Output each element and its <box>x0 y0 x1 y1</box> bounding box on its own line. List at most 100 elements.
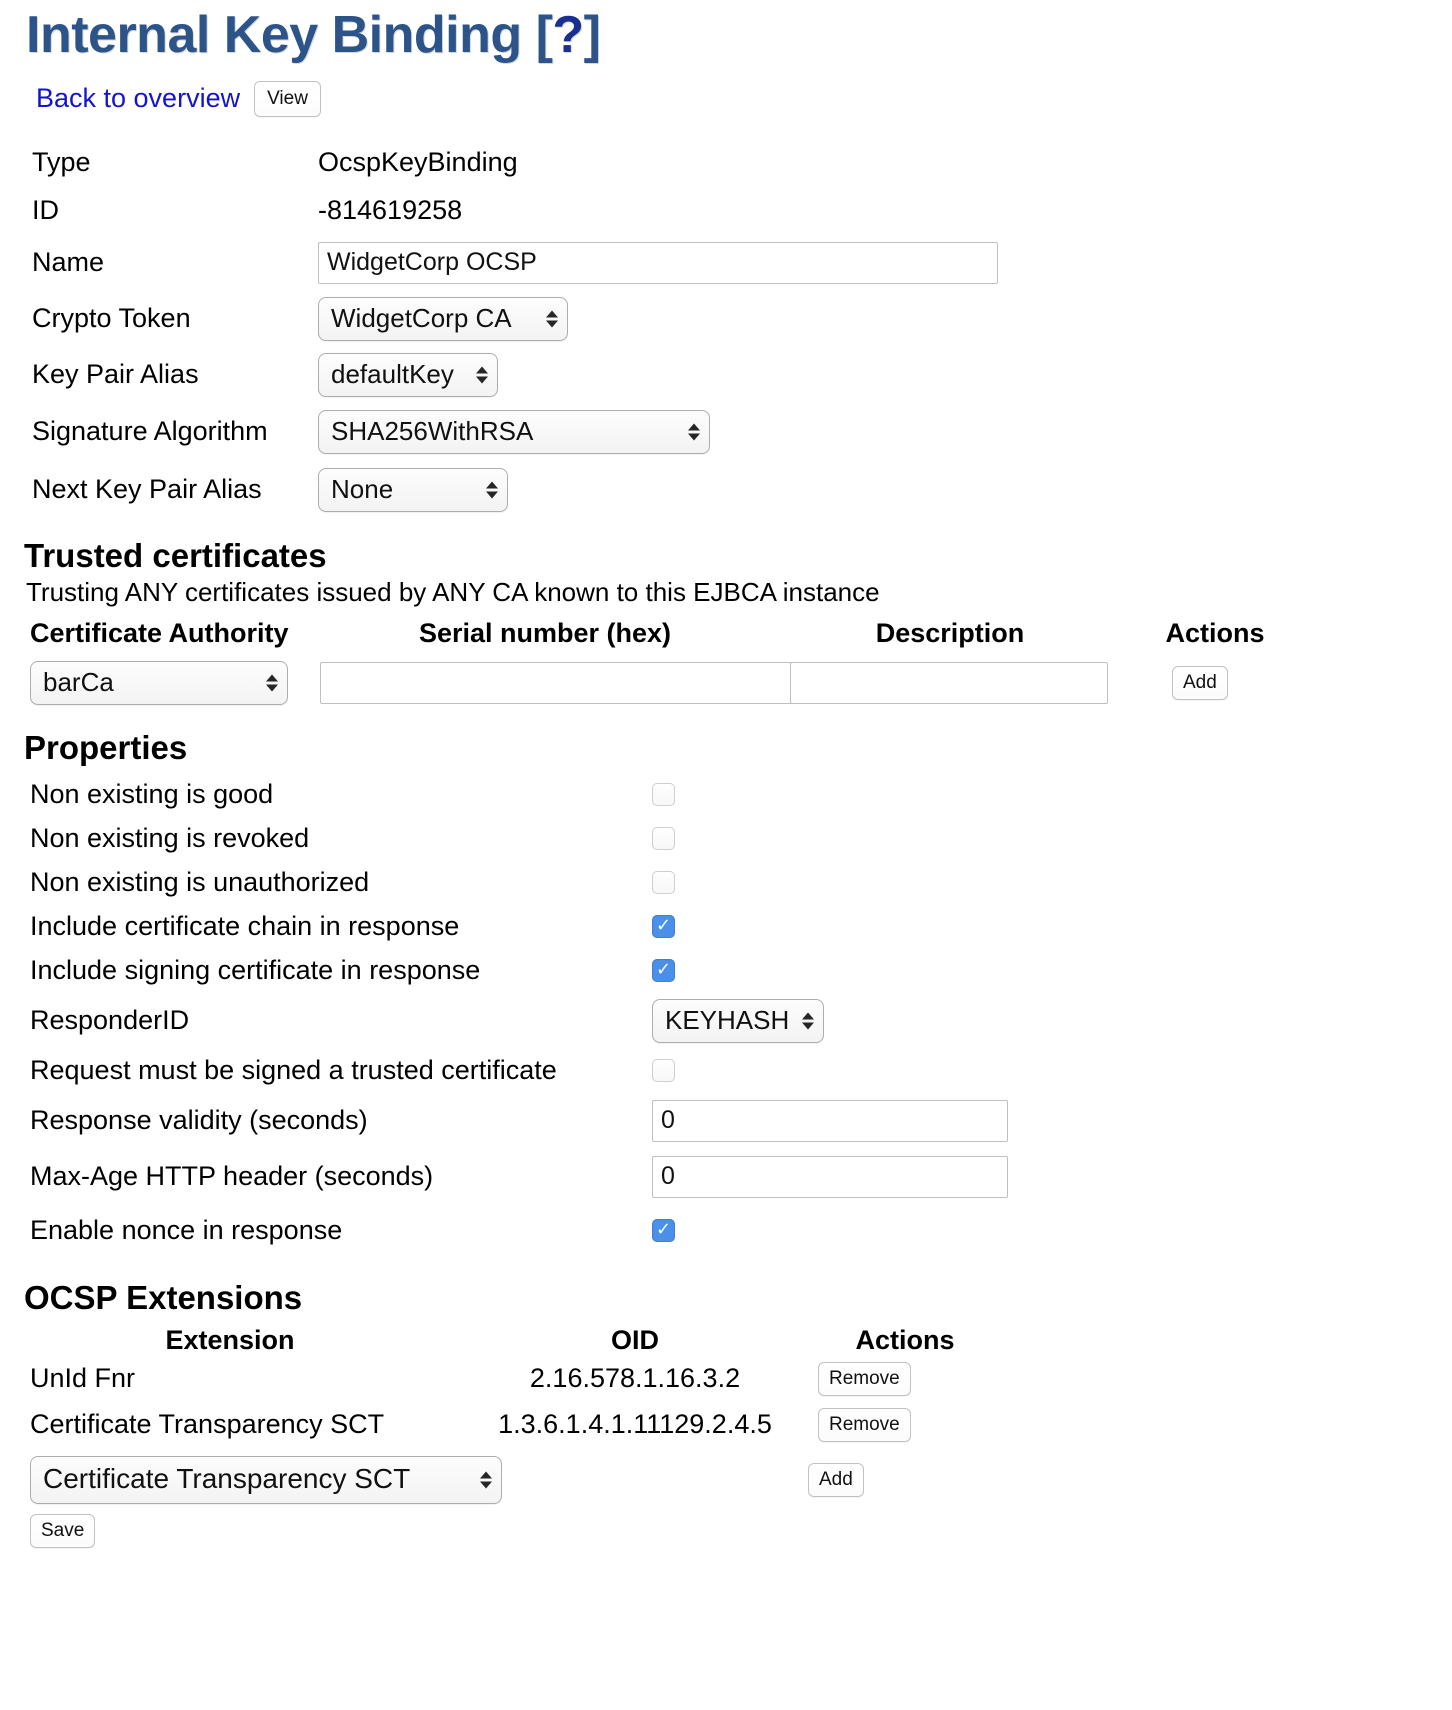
crypto-token-select[interactable]: WidgetCorp CA <box>318 296 568 341</box>
description-input[interactable] <box>790 661 1108 704</box>
column-header-serial-number: Serial number (hex) <box>418 617 672 648</box>
field-label-key-pair-alias: Key Pair Alias <box>32 359 199 390</box>
field-value-id: -814619258 <box>318 195 463 226</box>
add-trusted-certificate-button[interactable]: Add <box>1172 665 1228 700</box>
non-existing-is-good-checkbox[interactable] <box>652 783 675 807</box>
ocsp-extension-row: Certificate Transparency SCT 1.3.6.1.4.1… <box>0 1402 1000 1448</box>
chevron-updown-icon <box>802 1012 815 1030</box>
ocsp-extensions-heading: OCSP Extensions <box>24 1278 303 1316</box>
remove-extension-button[interactable]: Remove <box>818 1361 911 1396</box>
add-extension-selected-value: Certificate Transparency SCT <box>43 1463 411 1495</box>
field-row-crypto-token: Crypto Token WidgetCorp CA <box>0 291 1452 347</box>
field-row-name: Name <box>0 235 1452 291</box>
trusted-certificates-note: Trusting ANY certificates issued by ANY … <box>26 576 880 607</box>
field-label-id: ID <box>32 195 59 226</box>
add-extension-button[interactable]: Add <box>808 1462 864 1497</box>
page-title-text: Internal Key Binding <box>26 6 536 64</box>
add-extension-select[interactable]: Certificate Transparency SCT <box>30 1455 502 1504</box>
serial-number-input[interactable] <box>320 661 820 704</box>
field-label-signature-algorithm: Signature Algorithm <box>32 416 268 447</box>
properties-list: Non existing is good Non existing is rev… <box>0 773 1452 1257</box>
certificate-authority-selected-value: barCa <box>43 666 114 697</box>
property-row-responder-id: ResponderID KEYHASH <box>0 993 1452 1049</box>
key-pair-alias-selected-value: defaultKey <box>331 358 454 389</box>
back-to-overview-link[interactable]: Back to overview <box>36 83 240 114</box>
column-header-description: Description <box>875 617 1025 648</box>
view-button[interactable]: View <box>254 80 321 117</box>
max-age-http-header-input[interactable] <box>652 1155 1008 1198</box>
property-label: Include certificate chain in response <box>30 911 460 942</box>
trusted-certificates-table: Certificate Authority Serial number (hex… <box>0 618 1340 705</box>
property-row-response-validity: Response validity (seconds) <box>0 1093 1452 1149</box>
field-row-id: ID -814619258 <box>0 187 1452 235</box>
property-label: Request must be signed a trusted certifi… <box>30 1055 557 1086</box>
property-label: ResponderID <box>30 1005 190 1036</box>
signature-algorithm-selected-value: SHA256WithRSA <box>331 415 534 446</box>
enable-nonce-checkbox[interactable] <box>652 1219 675 1243</box>
field-row-signature-algorithm: Signature Algorithm SHA256WithRSA <box>0 403 1452 461</box>
responder-id-select[interactable]: KEYHASH <box>652 998 825 1043</box>
name-input[interactable] <box>318 241 998 284</box>
property-label: Non existing is revoked <box>30 823 310 854</box>
save-button[interactable]: Save <box>30 1513 96 1548</box>
ocsp-extensions-header-row: Extension OID Actions <box>0 1325 1000 1356</box>
key-pair-alias-select[interactable]: defaultKey <box>318 352 498 397</box>
chevron-updown-icon <box>480 1471 492 1489</box>
column-header-actions: Actions <box>1165 617 1265 648</box>
include-signing-certificate-checkbox[interactable] <box>652 959 675 983</box>
property-row-max-age-http-header: Max-Age HTTP header (seconds) <box>0 1149 1452 1205</box>
property-row-non-existing-is-revoked: Non existing is revoked <box>0 817 1452 861</box>
help-bracket-open: [ <box>535 6 553 64</box>
crypto-token-selected-value: WidgetCorp CA <box>331 302 512 333</box>
extension-name: UnId Fnr <box>30 1363 136 1394</box>
action-bar: Back to overview View <box>0 63 1452 117</box>
non-existing-is-unauthorized-checkbox[interactable] <box>652 871 675 895</box>
footer-actions: Save <box>0 1504 1452 1588</box>
trusted-certificate-row: barCa Add <box>0 660 1340 705</box>
properties-heading: Properties <box>24 728 188 766</box>
page-title: Internal Key Binding [?] <box>0 0 1452 63</box>
field-label-type: Type <box>32 147 91 178</box>
extension-name: Certificate Transparency SCT <box>30 1409 385 1440</box>
field-value-type: OcspKeyBinding <box>318 147 518 178</box>
property-label: Include signing certificate in response <box>30 955 481 986</box>
property-label: Enable nonce in response <box>30 1215 343 1246</box>
signature-algorithm-select[interactable]: SHA256WithRSA <box>318 409 710 454</box>
property-row-request-must-be-signed: Request must be signed a trusted certifi… <box>0 1049 1452 1093</box>
field-row-next-key-pair-alias: Next Key Pair Alias None <box>0 461 1452 519</box>
remove-extension-button[interactable]: Remove <box>818 1407 911 1442</box>
property-label: Non existing is unauthorized <box>30 867 370 898</box>
internal-key-binding-page: Internal Key Binding [?] Back to overvie… <box>0 0 1452 1710</box>
field-row-key-pair-alias: Key Pair Alias defaultKey <box>0 347 1452 403</box>
property-row-include-signing-certificate: Include signing certificate in response <box>0 949 1452 993</box>
request-must-be-signed-checkbox[interactable] <box>652 1059 675 1083</box>
field-label-crypto-token: Crypto Token <box>32 303 191 334</box>
help-icon[interactable]: ? <box>552 6 584 64</box>
responder-id-selected-value: KEYHASH <box>665 1004 790 1035</box>
chevron-updown-icon <box>546 310 558 328</box>
chevron-updown-icon <box>476 366 488 384</box>
response-validity-input[interactable] <box>652 1099 1008 1142</box>
ocsp-extension-row: UnId Fnr 2.16.578.1.16.3.2 Remove <box>0 1356 1000 1402</box>
property-row-include-certificate-chain: Include certificate chain in response <box>0 905 1452 949</box>
column-header-actions: Actions <box>855 1324 955 1355</box>
property-label: Non existing is good <box>30 779 274 810</box>
certificate-authority-select[interactable]: barCa <box>30 660 288 705</box>
ocsp-extensions-table: Extension OID Actions UnId Fnr 2.16.578.… <box>0 1325 1000 1504</box>
next-key-pair-alias-select[interactable]: None <box>318 467 508 512</box>
trusted-certificates-heading: Trusted certificates <box>24 536 327 574</box>
next-key-pair-alias-selected-value: None <box>331 473 394 504</box>
property-row-non-existing-is-good: Non existing is good <box>0 773 1452 817</box>
column-header-extension: Extension <box>165 1324 295 1355</box>
key-binding-fields: Type OcspKeyBinding ID -814619258 Name C… <box>0 117 1452 519</box>
property-row-non-existing-is-unauthorized: Non existing is unauthorized <box>0 861 1452 905</box>
chevron-updown-icon <box>266 674 278 692</box>
chevron-updown-icon <box>486 481 498 499</box>
include-certificate-chain-checkbox[interactable] <box>652 915 675 939</box>
property-label: Response validity (seconds) <box>30 1105 368 1136</box>
field-label-next-key-pair-alias: Next Key Pair Alias <box>32 474 262 505</box>
extension-oid: 2.16.578.1.16.3.2 <box>529 1363 741 1394</box>
non-existing-is-revoked-checkbox[interactable] <box>652 827 675 851</box>
chevron-updown-icon <box>688 423 700 441</box>
column-header-oid: OID <box>610 1324 659 1355</box>
